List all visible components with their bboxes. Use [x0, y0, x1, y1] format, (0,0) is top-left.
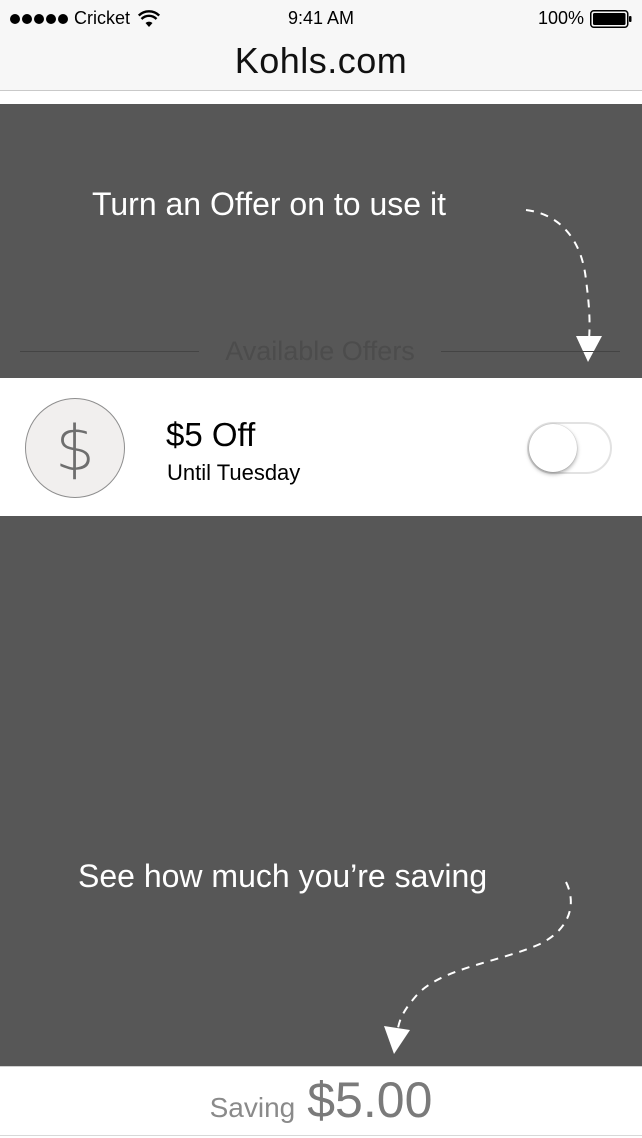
- page-title: Kohls.com: [234, 40, 408, 81]
- screen: Cricket 9:41 AM 100% Kohls.com Turn an O…: [0, 0, 642, 1138]
- saving-label: Saving: [209, 1092, 296, 1123]
- offer-toggle[interactable]: [527, 422, 612, 474]
- saving-summary: Saving $5.00: [0, 1071, 642, 1129]
- offer-row[interactable]: $ $5 Off Until Tuesday: [0, 378, 642, 516]
- divider-line-left: [20, 350, 200, 352]
- status-bar: Cricket 9:41 AM 100%: [0, 0, 642, 38]
- saving-bar: Saving $5.00: [0, 1066, 642, 1138]
- bottom-divider: [0, 1135, 642, 1136]
- dashed-arrow-down-icon: [384, 881, 572, 1054]
- available-offers-divider: Available Offers: [20, 335, 621, 366]
- hint-turn-on-offer: Turn an Offer on to use it: [92, 186, 446, 222]
- offer-subtitle: Until Tuesday: [167, 460, 301, 485]
- dollar-glyph: $: [55, 412, 95, 485]
- offer-title: $5 Off: [166, 416, 256, 453]
- battery-icon: [590, 9, 632, 28]
- toggle-knob[interactable]: [529, 424, 577, 472]
- available-offers-label: Available Offers: [225, 335, 415, 366]
- saving-amount: $5.00: [307, 1072, 433, 1128]
- battery-percent: 100%: [537, 8, 584, 28]
- nav-separator: [0, 91, 642, 104]
- dollar-icon: $: [25, 398, 125, 498]
- top-bar: Cricket 9:41 AM 100% Kohls.com: [0, 0, 642, 91]
- divider-line-right: [440, 350, 621, 352]
- battery-group: 100%: [538, 8, 632, 29]
